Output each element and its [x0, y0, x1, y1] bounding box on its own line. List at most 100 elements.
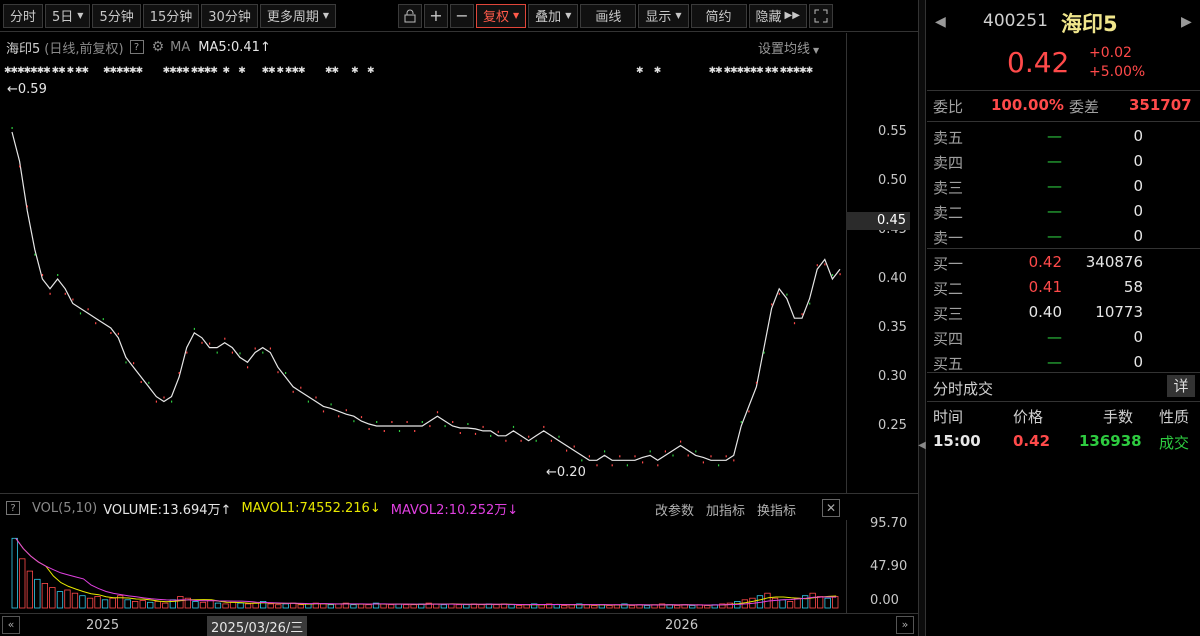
candle-mark [702, 461, 704, 464]
collapse-arrow-icon[interactable]: ◀ [918, 440, 926, 451]
buy-row[interactable]: 买二 0.41 58 [927, 275, 1200, 300]
scroll-right-icon[interactable]: » [896, 616, 914, 634]
sell-row[interactable]: 卖五 — 0 [927, 124, 1200, 149]
buy-label: 买五 [933, 355, 964, 373]
vol-y-tick: 0.00 [870, 593, 899, 608]
max-price-label: ←0.59 [7, 82, 47, 97]
candle-mark [512, 425, 515, 428]
candle-mark [102, 318, 104, 321]
volume-bar [463, 604, 470, 609]
candle-mark [429, 425, 431, 428]
chart-header: 海印5 (日线,前复权) ? ⚙ MA MA5:0.41 ↑ [6, 38, 271, 57]
set-ma-button[interactable]: 设置均线 ▼ [758, 38, 819, 57]
trade-title: 分时成交 [933, 380, 994, 398]
volume-bar [561, 605, 568, 609]
sell-label: 卖四 [933, 154, 964, 172]
change-indicator-button[interactable]: 换指标 [757, 500, 796, 519]
period-intraday[interactable]: 分时 [3, 3, 44, 28]
candle-mark [566, 449, 568, 452]
trade-qty: 136938 [1079, 432, 1142, 450]
candle-mark [535, 439, 537, 442]
volume-bar [11, 537, 18, 609]
candle-mark [330, 403, 332, 406]
candle-mark [406, 421, 408, 423]
zoom-out-icon[interactable]: − [450, 3, 474, 28]
candle-mark [201, 341, 203, 344]
adjust-dropdown[interactable]: 复权 ▼ [476, 3, 527, 28]
buy-row[interactable]: 买三 0.40 10773 [927, 300, 1200, 325]
panel-divider[interactable] [918, 0, 926, 636]
volume-bar [94, 596, 101, 609]
sell-row[interactable]: 卖二 — 0 [927, 199, 1200, 224]
buy-row[interactable]: 买四 — 0 [927, 325, 1200, 350]
candle-mark [285, 372, 287, 374]
edit-params-button[interactable]: 改参数 [655, 500, 694, 519]
candle-mark [474, 432, 477, 435]
sell-row[interactable]: 卖三 — 0 [927, 174, 1200, 199]
volume-bar [192, 601, 199, 609]
sell-row[interactable]: 卖一 — 0 [927, 224, 1200, 249]
volume-bar [553, 604, 560, 609]
gear-icon[interactable]: ⚙ [152, 39, 165, 55]
help-icon[interactable]: ? [129, 40, 144, 54]
buy-label: 买二 [933, 280, 964, 298]
fullscreen-icon[interactable] [808, 3, 833, 28]
zoom-in-icon[interactable]: + [424, 3, 448, 28]
period-15min[interactable]: 15分钟 [142, 3, 200, 28]
divider [927, 248, 1200, 249]
hide-button[interactable]: 隐藏 ▶▶ [748, 3, 807, 28]
col-header-price: 价格 [1013, 408, 1044, 426]
overlay-dropdown[interactable]: 叠加 ▼ [528, 3, 579, 28]
more-periods-dropdown[interactable]: 更多周期 ▼ [259, 3, 336, 28]
period-30min[interactable]: 30分钟 [201, 3, 258, 28]
volume-bar [515, 605, 523, 609]
price-change: +0.02 +5.00% [1089, 45, 1146, 80]
chevron-down-icon: ▼ [813, 46, 820, 55]
volume-bar [56, 591, 64, 609]
display-dropdown[interactable]: 显示 ▼ [638, 3, 689, 28]
y-tick: 0.40 [878, 271, 907, 286]
candle-mark [300, 386, 302, 389]
candle-mark [755, 381, 758, 384]
volume-bar [139, 600, 146, 609]
candle-mark [247, 366, 249, 369]
buy-row[interactable]: 买一 0.42 340876 [927, 250, 1200, 275]
candle-mark [482, 425, 484, 428]
volume-bar [786, 601, 794, 609]
close-icon[interactable]: ✕ [822, 499, 840, 517]
volume-bar [591, 605, 598, 609]
detail-button[interactable]: 详 [1167, 375, 1195, 397]
sell-qty: 0 [1133, 177, 1143, 195]
candle-mark [634, 455, 636, 458]
candle-mark [292, 390, 294, 393]
divider [927, 90, 1200, 91]
candle-mark [239, 352, 241, 355]
sell-row[interactable]: 卖四 — 0 [927, 149, 1200, 174]
volume-chart[interactable] [0, 520, 846, 610]
price-chart[interactable] [0, 60, 846, 490]
add-indicator-button[interactable]: 加指标 [706, 500, 745, 519]
weibi-value: 100.00% [991, 96, 1064, 114]
weicha-value: 351707 [1129, 96, 1192, 114]
candle-mark [558, 435, 560, 438]
volume-bar [207, 600, 214, 609]
period-5min[interactable]: 5分钟 [92, 3, 141, 28]
buy-price: — [1047, 353, 1062, 371]
scroll-left-icon[interactable]: « [2, 616, 20, 634]
lock-icon[interactable] [398, 3, 422, 28]
prev-stock-icon[interactable]: ◀ [935, 14, 946, 30]
candle-mark [186, 351, 188, 354]
volume-bar [493, 604, 500, 609]
date-axis: « 2025 2025/03/26/三 2026 » [0, 613, 918, 636]
candle-mark [254, 347, 256, 350]
next-stock-icon[interactable]: ▶ [1181, 14, 1192, 30]
volume-bar [34, 578, 41, 609]
draw-line-button[interactable]: 画线 [580, 3, 637, 28]
volume-bar [606, 605, 613, 609]
candle-mark [209, 342, 211, 345]
candle-mark [95, 322, 97, 325]
period-5day[interactable]: 5日 ▼ [45, 3, 91, 28]
simple-mode-button[interactable]: 简约 [690, 3, 747, 28]
buy-qty: 340876 [1085, 253, 1143, 271]
help-icon[interactable]: ? [6, 501, 20, 515]
